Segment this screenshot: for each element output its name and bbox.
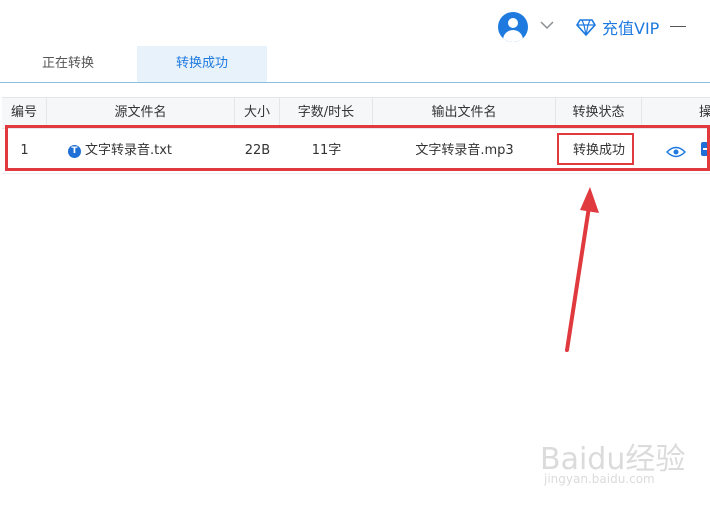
column-header-size: 大小 [235, 98, 280, 128]
column-header-count: 字数/时长 [280, 98, 373, 128]
minimize-icon[interactable] [670, 18, 686, 34]
column-header-action: 操 [699, 105, 710, 120]
column-header-source: 源文件名 [47, 98, 235, 128]
vip-recharge-button[interactable]: 充值VIP [576, 15, 659, 39]
chevron-down-icon[interactable] [540, 20, 554, 30]
user-avatar-icon[interactable] [498, 12, 528, 42]
tab-converted[interactable]: 转换成功 [137, 46, 267, 82]
vip-label: 充值VIP [602, 19, 660, 38]
watermark-url: jingyan.baidu.com [544, 472, 655, 486]
annotation-arrow-icon [565, 187, 599, 352]
tab-bar: 正在转换 转换成功 [0, 46, 710, 83]
column-header-number: 编号 [2, 98, 47, 128]
diamond-icon [576, 19, 596, 36]
column-header-output: 输出文件名 [373, 98, 556, 128]
status-highlight-box [557, 133, 634, 165]
baidu-jingyan-watermark: Baidu经验 jingyan.baidu.com [530, 420, 700, 500]
top-bar: 充值VIP [0, 0, 710, 46]
tab-converting[interactable]: 正在转换 [6, 46, 130, 82]
column-header-status: 转换状态 [556, 98, 642, 128]
